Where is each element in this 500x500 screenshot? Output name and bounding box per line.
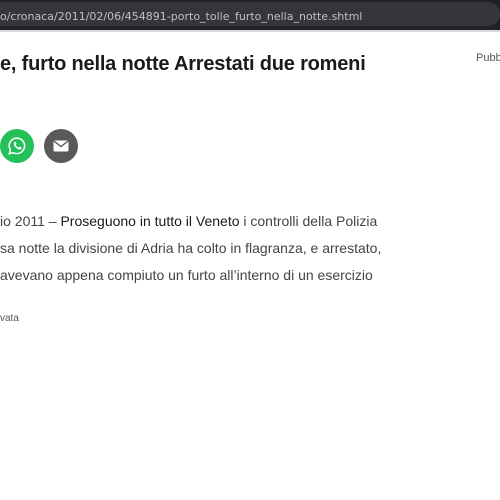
email-share-button[interactable] bbox=[44, 129, 78, 163]
body-line-1: io 2011 – Proseguono in tutto il Veneto … bbox=[0, 208, 500, 235]
address-bar[interactable]: o/cronaca/2011/02/06/454891-porto_tolle_… bbox=[0, 2, 500, 26]
article-headline: e, furto nella notte Arrestati due romen… bbox=[0, 53, 366, 75]
body-link-veneto[interactable]: Proseguono in tutto il Veneto bbox=[60, 213, 239, 229]
whatsapp-icon bbox=[8, 137, 26, 155]
rights-notice: vata bbox=[0, 313, 19, 324]
body-line-1-suffix: i controlli della Polizia bbox=[239, 213, 378, 229]
browser-toolbar: o/cronaca/2011/02/06/454891-porto_tolle_… bbox=[0, 0, 500, 30]
published-label: Pubb bbox=[476, 52, 500, 64]
mail-icon bbox=[53, 140, 69, 152]
body-line-3: avevano appena compiuto un furto all’int… bbox=[0, 267, 373, 283]
body-line-2: sa notte la divisione di Adria ha colto … bbox=[0, 240, 382, 256]
toolbar-divider bbox=[0, 30, 500, 32]
article-body: io 2011 – Proseguono in tutto il Veneto … bbox=[0, 208, 500, 289]
url-text[interactable]: o/cronaca/2011/02/06/454891-porto_tolle_… bbox=[0, 10, 362, 23]
whatsapp-share-button[interactable] bbox=[0, 129, 34, 163]
body-line-1-prefix: io 2011 – bbox=[0, 213, 61, 229]
